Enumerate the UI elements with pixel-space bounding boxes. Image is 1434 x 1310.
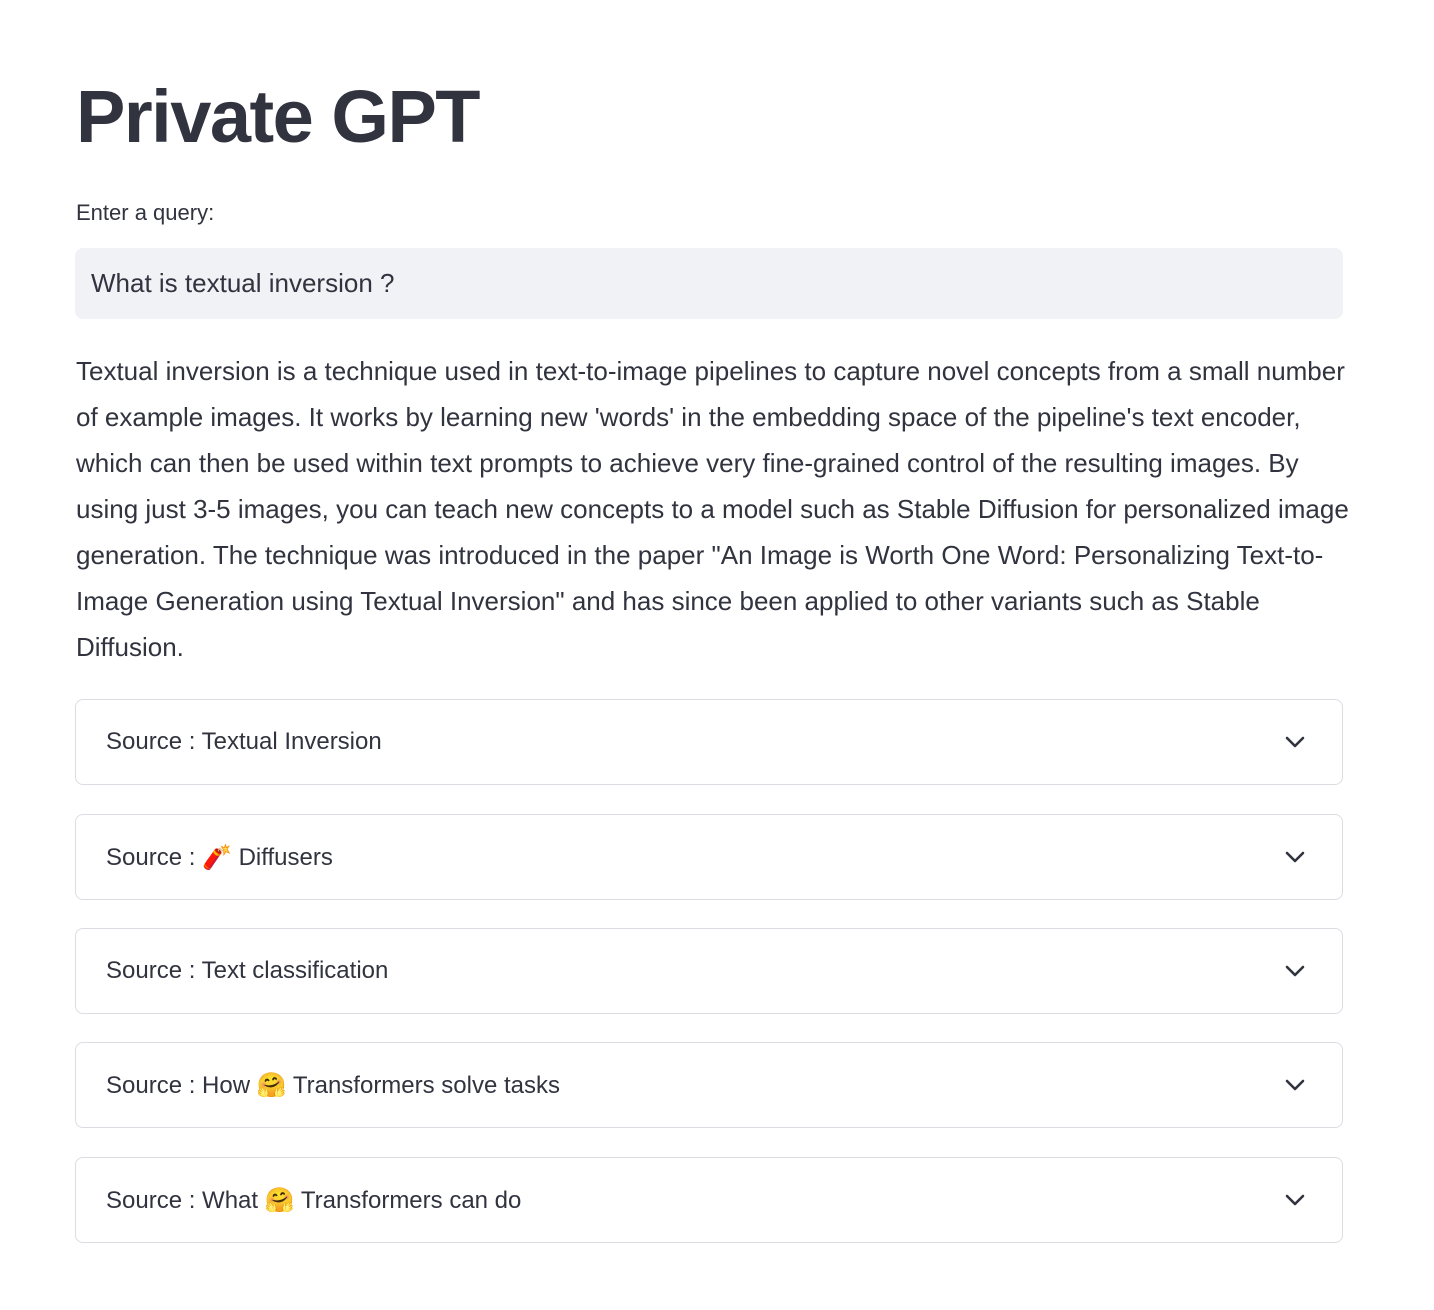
answer-text: Textual inversion is a technique used in… bbox=[76, 356, 1349, 662]
chevron-down-icon bbox=[1284, 846, 1306, 868]
chevron-down-icon bbox=[1284, 960, 1306, 982]
source-expander-label: Source : 🧨 Diffusers bbox=[106, 843, 333, 871]
source-expander-label: Source : How 🤗 Transformers solve tasks bbox=[106, 1071, 561, 1099]
source-expander-how-transformers-solve-tasks[interactable]: Source : How 🤗 Transformers solve tasks bbox=[75, 1042, 1343, 1128]
chevron-down-icon bbox=[1284, 1074, 1306, 1096]
chevron-down-icon bbox=[1284, 731, 1306, 753]
source-expander-textual-inversion[interactable]: Source : Textual Inversion bbox=[75, 699, 1343, 785]
source-expander-what-transformers-can-do[interactable]: Source : What 🤗 Transformers can do bbox=[75, 1157, 1343, 1243]
source-expander-label: Source : Textual Inversion bbox=[106, 728, 382, 755]
chevron-down-icon bbox=[1284, 1189, 1306, 1211]
source-expander-text-classification[interactable]: Source : Text classification bbox=[75, 928, 1343, 1014]
page-title: Private GPT bbox=[76, 75, 481, 158]
source-expander-diffusers[interactable]: Source : 🧨 Diffusers bbox=[75, 814, 1343, 900]
source-expander-label: Source : Text classification bbox=[106, 957, 389, 984]
query-input[interactable] bbox=[75, 248, 1343, 319]
query-label: Enter a query: bbox=[76, 200, 215, 225]
source-expander-label: Source : What 🤗 Transformers can do bbox=[106, 1186, 522, 1214]
main-container: Private GPT Enter a query: Textual inver… bbox=[75, 0, 1349, 1243]
